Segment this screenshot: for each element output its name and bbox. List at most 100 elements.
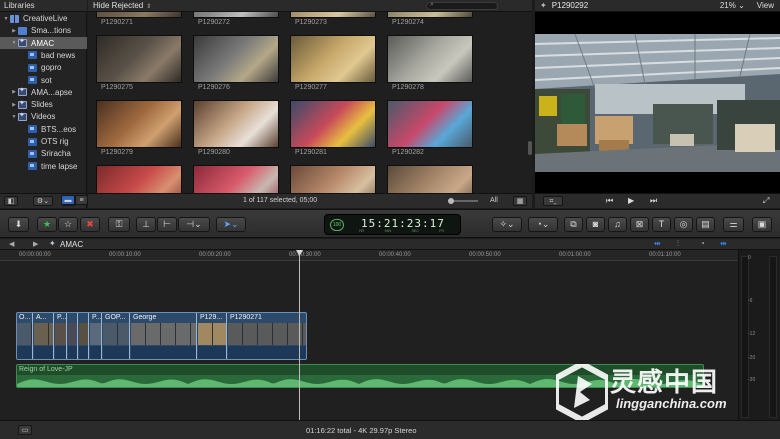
storyline-clip[interactable]: George xyxy=(131,313,197,359)
zoom-popup[interactable]: 21% ⌄ xyxy=(720,1,745,10)
sidebar-item[interactable]: ▶ Slides xyxy=(0,99,87,111)
snapping-icon[interactable]: ⇹ xyxy=(720,239,727,248)
primary-storyline[interactable]: O... A... P... P... GOP... George P129... P1290… xyxy=(16,312,307,360)
timeline-index-button[interactable]: ▭ xyxy=(18,425,32,435)
clip-audio-waveform xyxy=(131,346,196,359)
browser-clip[interactable] xyxy=(387,165,473,193)
titles-button[interactable]: T xyxy=(652,217,671,232)
filter-popup[interactable]: Hide Rejected ⇕ xyxy=(93,1,151,10)
storyline-clip[interactable]: P129... xyxy=(198,313,227,359)
list-view-button[interactable]: ≡ xyxy=(75,195,88,205)
inspector-toggle-button[interactable]: ⚌ xyxy=(723,217,744,232)
browser-clip[interactable]: P1290282 xyxy=(387,100,473,160)
browser-clip[interactable]: P1290278 xyxy=(387,35,473,95)
browser-clip[interactable]: P1290273 xyxy=(290,12,376,30)
effects-browser-button[interactable]: ▣ xyxy=(752,217,772,232)
action-menu-button[interactable]: ⚙⌄ xyxy=(33,196,53,206)
browser-clip[interactable]: P1290272 xyxy=(193,12,279,30)
previous-frame-icon[interactable]: ⏮ xyxy=(606,196,613,206)
disclosure-triangle-icon[interactable]: ▼ xyxy=(10,40,18,46)
storyline-clip[interactable]: P... xyxy=(90,313,102,359)
storyline-clip[interactable] xyxy=(79,313,89,359)
next-frame-icon[interactable]: ⏭ xyxy=(650,196,657,206)
disclosure-triangle-icon[interactable]: ▶ xyxy=(10,102,18,108)
music-button[interactable]: ♫ xyxy=(608,217,627,232)
storyline-clip[interactable]: P... xyxy=(55,313,67,359)
keyword-button[interactable]: ⚿ xyxy=(108,217,130,232)
back-icon[interactable]: ◀ xyxy=(9,240,14,248)
disclosure-triangle-icon[interactable]: ▶ xyxy=(10,28,18,34)
browser-clip[interactable] xyxy=(290,165,376,193)
media-browser-button[interactable]: ⧉ xyxy=(564,217,583,232)
disclosure-triangle-icon[interactable]: ▼ xyxy=(2,16,10,22)
sidebar-item[interactable]: Sriracha xyxy=(0,148,87,160)
browser-clip[interactable]: P1290276 xyxy=(193,35,279,95)
storyline-clip[interactable] xyxy=(68,313,78,359)
background-tasks-indicator[interactable]: 100 xyxy=(330,219,344,231)
sidebar-item[interactable]: ▶ Sma...tions xyxy=(0,25,87,37)
view-popup[interactable]: View xyxy=(757,1,774,10)
browser-clip[interactable]: P1290271 xyxy=(96,12,182,30)
sidebar-item[interactable]: ▶ AMA...apse xyxy=(0,86,87,98)
browser-clip[interactable]: P1290275 xyxy=(96,35,182,95)
storyline-clip[interactable]: P1290271 xyxy=(228,313,306,359)
favorite-button[interactable]: ★ xyxy=(37,217,57,232)
solo-icon[interactable]: ◔ xyxy=(700,239,705,248)
enhancements-button[interactable]: ✧⌄ xyxy=(492,217,522,232)
viewer[interactable] xyxy=(534,12,780,193)
library-icon xyxy=(10,14,19,23)
show-sidebar-button[interactable]: ◧ xyxy=(4,196,18,206)
themes-button[interactable]: ▤ xyxy=(696,217,715,232)
browser-clip[interactable] xyxy=(96,165,182,193)
import-button[interactable]: ⬇ xyxy=(8,217,29,232)
browser-scrollbar[interactable] xyxy=(528,141,532,155)
disclosure-triangle-icon[interactable]: ▶ xyxy=(10,89,18,95)
unrate-button[interactable]: ☆ xyxy=(58,217,78,232)
sidebar-item[interactable]: ▼ Videos xyxy=(0,111,87,123)
ruler-tick-label: 00:00:00:00 xyxy=(19,252,51,258)
transitions-button[interactable]: ⊠ xyxy=(630,217,649,232)
clip-appearance-button[interactable]: ▦ xyxy=(513,196,527,206)
photos-button[interactable]: ◙ xyxy=(586,217,605,232)
append-clip-button[interactable]: ⊣⌄ xyxy=(178,217,210,232)
sidebar-item[interactable]: sot xyxy=(0,74,87,86)
browser-clip[interactable]: P1290281 xyxy=(290,100,376,160)
storyline-clip[interactable]: O... xyxy=(17,313,33,359)
storyline-clip[interactable]: A... xyxy=(34,313,54,359)
clip-thumbnail xyxy=(387,35,473,83)
sidebar-item[interactable]: ▼ AMAC xyxy=(0,37,87,50)
select-tool-button[interactable]: ➤⌄ xyxy=(216,217,246,232)
disclosure-triangle-icon[interactable]: ▼ xyxy=(10,114,18,120)
sidebar-item[interactable]: bad news xyxy=(0,49,87,61)
sidebar-item[interactable]: gopro xyxy=(0,62,87,74)
connect-clip-button[interactable]: ⊥ xyxy=(136,217,156,232)
sidebar-item[interactable]: BTS...eos xyxy=(0,123,87,135)
sidebar-item[interactable]: time lapse xyxy=(0,160,87,172)
clip-thumbnail xyxy=(290,35,376,83)
transform-menu-button[interactable]: ⌗⌄ xyxy=(543,196,563,206)
fullscreen-icon[interactable]: ⤢ xyxy=(763,196,769,206)
generators-button[interactable]: ◎ xyxy=(674,217,693,232)
filmstrip-view-button[interactable]: ▬ xyxy=(61,195,75,205)
sidebar-item[interactable]: OTS rig xyxy=(0,136,87,148)
browser-clip[interactable]: P1290280 xyxy=(193,100,279,160)
search-input[interactable]: ⌕ xyxy=(426,1,498,10)
timeline-ruler[interactable]: 00:00:00:00 00:00:10:00 00:00:20:00 00:00:3… xyxy=(0,250,738,261)
forward-icon[interactable]: ▶ xyxy=(33,240,38,248)
skimming-icon[interactable]: ⇹ xyxy=(654,239,661,248)
playhead[interactable] xyxy=(299,250,300,420)
dashboard-timecode[interactable]: 100 15:21:23:17 HR MIN SEC FR xyxy=(324,214,461,235)
browser-clip[interactable]: P1290274 xyxy=(387,12,473,30)
browser-clip[interactable]: P1290279 xyxy=(96,100,182,160)
clip-zoom-slider[interactable] xyxy=(448,198,478,204)
reject-button[interactable]: ✖ xyxy=(80,217,100,232)
browser-clip[interactable]: P1290277 xyxy=(290,35,376,95)
play-icon[interactable]: ▶ xyxy=(628,196,634,205)
retime-button[interactable]: ◔⌄ xyxy=(528,217,558,232)
browser-clip[interactable] xyxy=(193,165,279,193)
insert-clip-button[interactable]: ⊢ xyxy=(157,217,177,232)
audio-skimming-icon[interactable]: ⫶ xyxy=(677,239,679,249)
watermark-logo: 灵感中国 lingganchina.com xyxy=(556,360,778,428)
sidebar-item[interactable]: ▼ CreativeLive xyxy=(0,13,87,25)
storyline-clip[interactable]: GOP... xyxy=(103,313,130,359)
